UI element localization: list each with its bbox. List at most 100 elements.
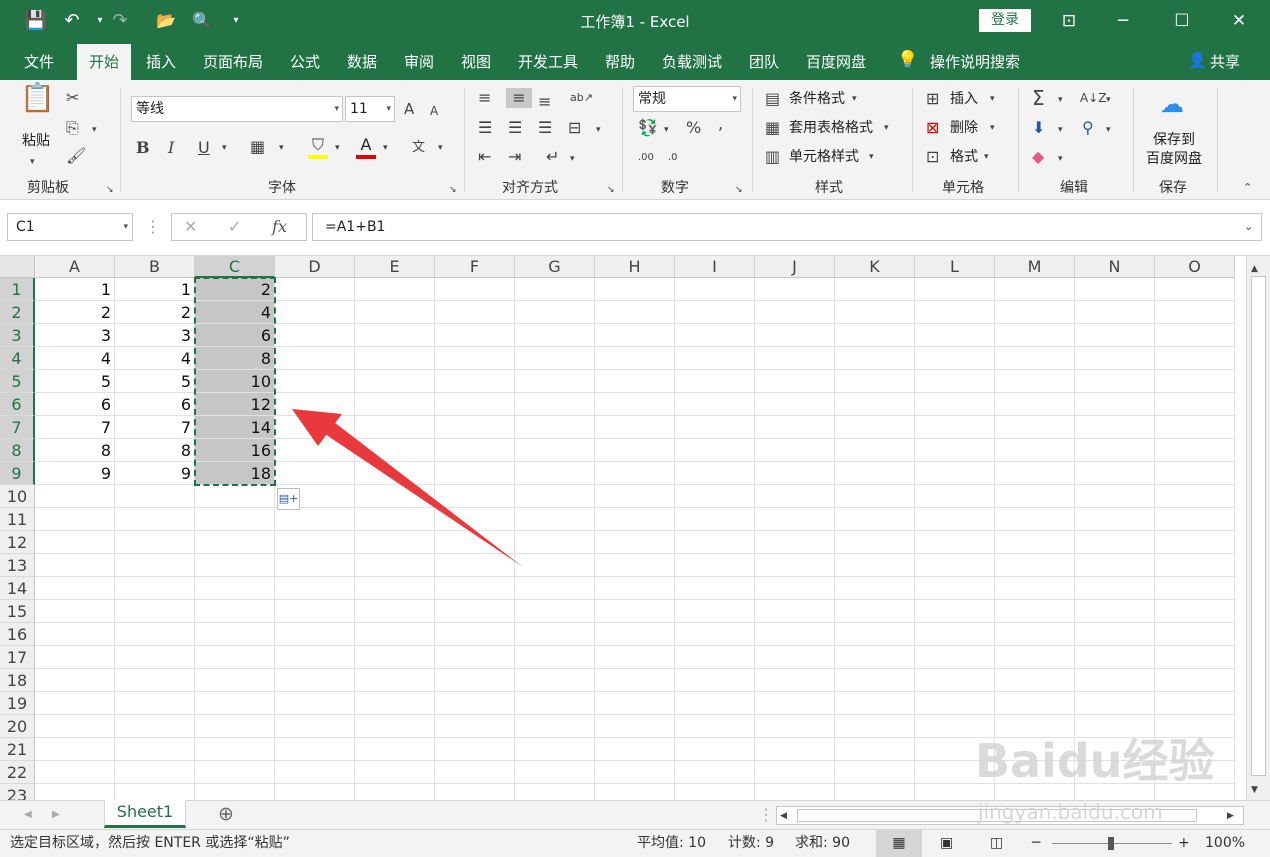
cell-j11[interactable] [755, 508, 835, 531]
cell-o9[interactable] [1155, 462, 1235, 485]
cell-m17[interactable] [995, 646, 1075, 669]
cell-f16[interactable] [435, 623, 515, 646]
cell-b2[interactable]: 2 [115, 301, 195, 324]
ribbon-display-icon[interactable]: ⊡ [1054, 8, 1084, 34]
cell-n2[interactable] [1075, 301, 1155, 324]
cell-e21[interactable] [355, 738, 435, 761]
cancel-icon[interactable]: ✕ [184, 217, 197, 237]
find-dropdown-icon[interactable]: ▾ [1106, 120, 1111, 140]
cell-c16[interactable] [195, 623, 275, 646]
cell-k20[interactable] [835, 715, 915, 738]
cell-m3[interactable] [995, 324, 1075, 347]
cell-l6[interactable] [915, 393, 995, 416]
cell-i17[interactable] [675, 646, 755, 669]
cell-c18[interactable] [195, 669, 275, 692]
cell-i3[interactable] [675, 324, 755, 347]
cell-o7[interactable] [1155, 416, 1235, 439]
cell-d15[interactable] [275, 600, 355, 623]
cell-j8[interactable] [755, 439, 835, 462]
cell-m6[interactable] [995, 393, 1075, 416]
cell-b1[interactable]: 1 [115, 278, 195, 301]
cell-a8[interactable]: 8 [35, 439, 115, 462]
cell-a5[interactable]: 5 [35, 370, 115, 393]
cell-g1[interactable] [515, 278, 595, 301]
cell-d2[interactable] [275, 301, 355, 324]
cell-f1[interactable] [435, 278, 515, 301]
cell-b19[interactable] [115, 692, 195, 715]
cell-e19[interactable] [355, 692, 435, 715]
cell-n8[interactable] [1075, 439, 1155, 462]
cell-a7[interactable]: 7 [35, 416, 115, 439]
cell-a23[interactable] [35, 784, 115, 800]
cell-o16[interactable] [1155, 623, 1235, 646]
row-header-6[interactable]: 6 [0, 393, 35, 416]
cell-k13[interactable] [835, 554, 915, 577]
column-header-o[interactable]: O [1155, 256, 1235, 278]
cell-j18[interactable] [755, 669, 835, 692]
cell-k16[interactable] [835, 623, 915, 646]
cell-i2[interactable] [675, 301, 755, 324]
cell-j5[interactable] [755, 370, 835, 393]
phonetic-dropdown-icon[interactable]: ▾ [438, 138, 443, 158]
row-header-14[interactable]: 14 [0, 577, 35, 600]
cell-e10[interactable] [355, 485, 435, 508]
cell-n7[interactable] [1075, 416, 1155, 439]
share-button[interactable]: 共享 [1210, 51, 1240, 72]
cell-e18[interactable] [355, 669, 435, 692]
cell-g16[interactable] [515, 623, 595, 646]
cell-b9[interactable]: 9 [115, 462, 195, 485]
cell-g14[interactable] [515, 577, 595, 600]
zoom-thumb[interactable] [1108, 837, 1114, 850]
cell-o17[interactable] [1155, 646, 1235, 669]
fill-dropdown-icon[interactable]: ▾ [335, 138, 340, 158]
cell-d9[interactable] [275, 462, 355, 485]
cell-f9[interactable] [435, 462, 515, 485]
comma-button[interactable]: , [718, 114, 723, 134]
cell-n13[interactable] [1075, 554, 1155, 577]
save-icon[interactable]: 💾 [22, 8, 50, 34]
column-header-c[interactable]: C [195, 256, 275, 278]
row-header-7[interactable]: 7 [0, 416, 35, 439]
cell-c21[interactable] [195, 738, 275, 761]
redo-icon[interactable]: ↷ [106, 8, 134, 34]
cell-n11[interactable] [1075, 508, 1155, 531]
orientation-icon[interactable]: ab↗ [570, 88, 593, 108]
customize-qat-icon[interactable]: ▾ [222, 8, 250, 34]
cell-j3[interactable] [755, 324, 835, 347]
row-header-17[interactable]: 17 [0, 646, 35, 669]
cell-k22[interactable] [835, 761, 915, 784]
row-header-5[interactable]: 5 [0, 370, 35, 393]
cell-o1[interactable] [1155, 278, 1235, 301]
row-header-8[interactable]: 8 [0, 439, 35, 462]
cell-l12[interactable] [915, 531, 995, 554]
cell-f2[interactable] [435, 301, 515, 324]
cell-i5[interactable] [675, 370, 755, 393]
cell-e23[interactable] [355, 784, 435, 800]
tab-view[interactable]: 视图 [461, 51, 491, 72]
column-header-j[interactable]: J [755, 256, 835, 278]
cell-o6[interactable] [1155, 393, 1235, 416]
cell-i10[interactable] [675, 485, 755, 508]
percent-button[interactable]: % [686, 118, 701, 138]
row-header-16[interactable]: 16 [0, 623, 35, 646]
cell-h17[interactable] [595, 646, 675, 669]
cell-m7[interactable] [995, 416, 1075, 439]
cell-k9[interactable] [835, 462, 915, 485]
phonetic-icon[interactable]: 文 [412, 138, 425, 158]
cell-n17[interactable] [1075, 646, 1155, 669]
cell-l17[interactable] [915, 646, 995, 669]
cell-k11[interactable] [835, 508, 915, 531]
number-launcher-icon[interactable]: ↘ [735, 180, 743, 200]
cell-e6[interactable] [355, 393, 435, 416]
login-button[interactable]: 登录 [979, 9, 1031, 32]
cell-f4[interactable] [435, 347, 515, 370]
cell-styles-button[interactable]: 单元格样式 [789, 147, 859, 167]
cell-n1[interactable] [1075, 278, 1155, 301]
cell-b7[interactable]: 7 [115, 416, 195, 439]
cell-h7[interactable] [595, 416, 675, 439]
copy-dropdown-icon[interactable]: ▾ [92, 120, 97, 140]
cell-o18[interactable] [1155, 669, 1235, 692]
cell-d23[interactable] [275, 784, 355, 800]
share-icon[interactable]: 👤 [1188, 51, 1207, 69]
cell-d13[interactable] [275, 554, 355, 577]
